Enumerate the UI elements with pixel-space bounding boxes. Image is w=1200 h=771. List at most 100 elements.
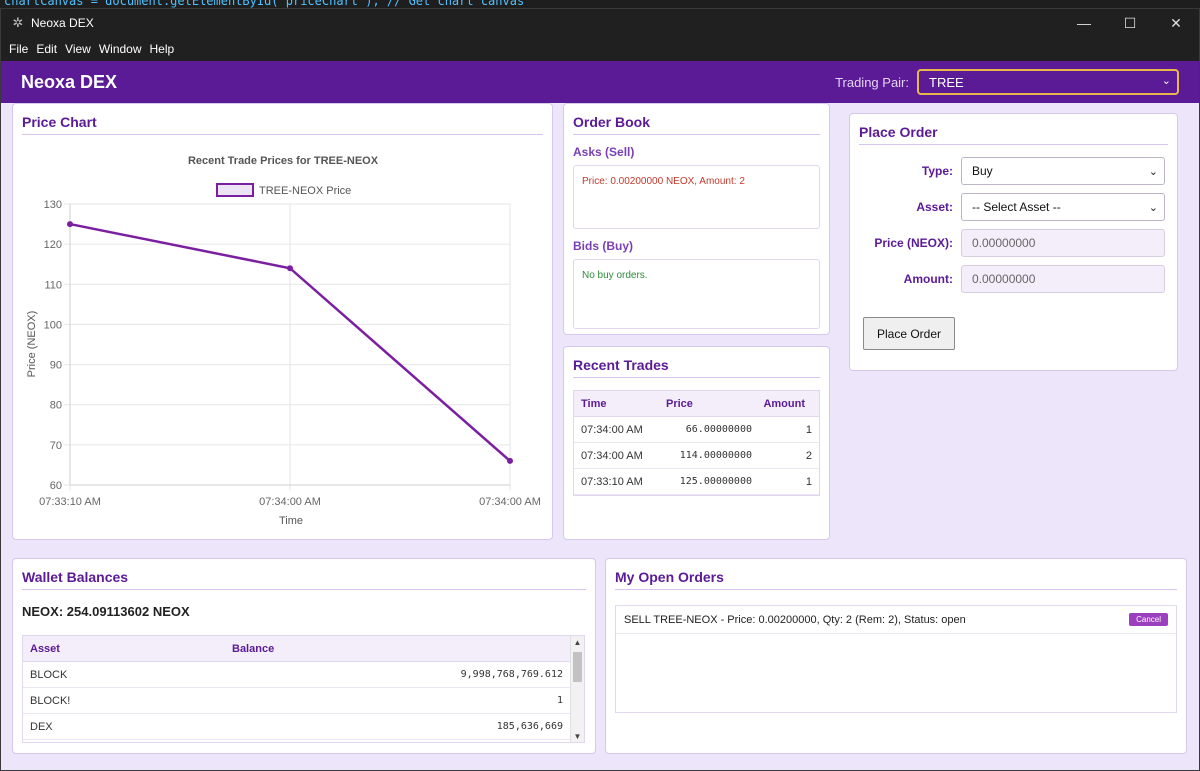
x-axis-label: Time xyxy=(279,515,303,527)
trade-time: 07:34:00 AM xyxy=(581,423,643,436)
bids-list: No buy orders. xyxy=(573,259,820,329)
menu-window[interactable]: Window xyxy=(95,42,146,56)
y-tick-label: 80 xyxy=(50,400,62,412)
trade-price: 114.00000000 xyxy=(679,450,752,461)
background-code-editor: chartCanvas = document.getElementById('p… xyxy=(0,0,1200,8)
table-row: 07:34:00 AM 114.00000000 2 xyxy=(574,443,819,469)
app-logo-icon: ✲ xyxy=(12,15,24,30)
trade-time: 07:33:10 AM xyxy=(581,475,643,488)
open-order-text: SELL TREE-NEOX - Price: 0.00200000, Qty:… xyxy=(624,613,966,626)
code-fragment: chartCanvas = document.getElementById('p… xyxy=(4,0,525,8)
trade-time: 07:34:00 AM xyxy=(581,449,643,462)
open-orders-heading: My Open Orders xyxy=(615,559,1177,590)
table-row: DEX 185,636,669 xyxy=(23,714,584,740)
column-asset: Asset xyxy=(30,642,60,655)
recent-trades-panel: Recent Trades Time Price Amount 07:34:00… xyxy=(563,346,830,540)
asset-select[interactable]: -- Select Asset -- ⌄ xyxy=(961,193,1165,221)
y-tick-label: 100 xyxy=(44,319,62,331)
menu-bar: File Edit View Window Help xyxy=(1,37,1199,61)
ask-entry: Price: 0.00200000 NEOX, Amount: 2 xyxy=(582,176,745,187)
asset-row: Asset: -- Select Asset -- ⌄ xyxy=(850,193,1177,221)
type-label: Type: xyxy=(921,164,953,178)
menu-help[interactable]: Help xyxy=(146,42,179,56)
trading-pair-label: Trading Pair: xyxy=(835,74,909,90)
recent-trades-heading: Recent Trades xyxy=(573,347,820,378)
y-tick-label: 120 xyxy=(44,239,62,251)
price-chart-heading: Price Chart xyxy=(22,104,543,135)
chevron-down-icon: ⌄ xyxy=(1161,75,1171,87)
window-title: Neoxa DEX xyxy=(31,16,94,30)
type-select[interactable]: Buy ⌄ xyxy=(961,157,1165,185)
neox-total: NEOX: 254.09113602 NEOX xyxy=(22,604,190,619)
column-price: Price xyxy=(666,397,693,410)
price-input[interactable]: 0.00000000 xyxy=(961,229,1165,257)
column-time: Time xyxy=(581,397,607,410)
scroll-thumb[interactable] xyxy=(573,652,582,682)
cancel-order-button[interactable]: Cancel xyxy=(1129,613,1168,626)
x-tick-label: 07:33:10 AM xyxy=(39,496,101,508)
trade-amount: 2 xyxy=(805,449,812,462)
data-point xyxy=(287,265,293,272)
y-tick-label: 60 xyxy=(50,480,62,492)
column-amount: Amount xyxy=(763,397,805,410)
trade-price: 66.00000000 xyxy=(685,424,752,435)
recent-trades-table: Time Price Amount 07:34:00 AM 66.0000000… xyxy=(573,390,820,496)
place-order-panel: Place Order Type: Buy ⌄ Asset: -- Select… xyxy=(849,113,1178,371)
table-row: BLOCK 9,998,768,769.612 xyxy=(23,662,584,688)
amount-row: Amount: 0.00000000 xyxy=(850,265,1177,293)
menu-file[interactable]: File xyxy=(5,42,32,56)
y-tick-label: 110 xyxy=(44,279,62,291)
asset-balance: 185,636,669 xyxy=(496,721,563,732)
maximize-button[interactable]: ☐ xyxy=(1107,9,1153,37)
data-point xyxy=(507,457,513,464)
legend-swatch xyxy=(216,183,254,197)
asset-balance: 1 xyxy=(556,695,563,706)
x-tick-label: 07:34:00 AM xyxy=(479,496,541,508)
place-order-heading: Place Order xyxy=(859,114,1168,145)
amount-placeholder: 0.00000000 xyxy=(972,272,1036,286)
amount-label: Amount: xyxy=(903,272,953,286)
trading-pair-select[interactable]: TREE ⌄ xyxy=(917,69,1179,95)
order-book-heading: Order Book xyxy=(573,104,820,135)
order-book-panel: Order Book Asks (Sell) Price: 0.00200000… xyxy=(563,103,830,335)
column-balance: Balance xyxy=(232,642,275,655)
asset-balance: 9,998,768,769.612 xyxy=(460,669,563,680)
price-placeholder: 0.00000000 xyxy=(972,236,1036,250)
asks-list: Price: 0.00200000 NEOX, Amount: 2 xyxy=(573,165,820,229)
menu-edit[interactable]: Edit xyxy=(32,42,61,56)
data-point xyxy=(67,221,73,228)
amount-input[interactable]: 0.00000000 xyxy=(961,265,1165,293)
list-item: SELL TREE-NEOX - Price: 0.00200000, Qty:… xyxy=(616,606,1176,634)
asset-name: BLOCK xyxy=(30,668,68,681)
scroll-up-icon[interactable]: ▲ xyxy=(571,636,584,650)
asset-label: Asset: xyxy=(916,200,953,214)
y-tick-label: 90 xyxy=(50,360,62,372)
balances-table: Asset Balance BLOCK 9,998,768,769.612 BL… xyxy=(22,635,585,743)
chevron-down-icon: ⌄ xyxy=(1148,166,1158,178)
y-axis-label: Price (NEOX) xyxy=(26,311,38,378)
wallet-balances-panel: Wallet Balances NEOX: 254.09113602 NEOX … xyxy=(12,558,596,754)
x-tick-label: 07:34:00 AM xyxy=(259,496,321,508)
price-label: Price (NEOX): xyxy=(874,236,953,250)
bids-label: Bids (Buy) xyxy=(573,239,633,253)
close-button[interactable]: ✕ xyxy=(1153,9,1199,37)
bids-empty-message: No buy orders. xyxy=(582,270,648,281)
type-row: Type: Buy ⌄ xyxy=(850,157,1177,185)
chevron-down-icon: ⌄ xyxy=(1148,202,1158,214)
asset-name: DEX xyxy=(30,720,53,733)
wallet-heading: Wallet Balances xyxy=(22,559,586,590)
balances-scrollbar[interactable]: ▲ ▼ xyxy=(570,636,584,742)
minimize-button[interactable]: — xyxy=(1061,9,1107,37)
table-row: 07:34:00 AM 66.00000000 1 xyxy=(574,417,819,443)
trade-amount: 1 xyxy=(805,423,812,436)
table-row: BLOCK! 1 xyxy=(23,688,584,714)
legend-label: TREE-NEOX Price xyxy=(259,185,351,197)
menu-view[interactable]: View xyxy=(61,42,95,56)
brand-title: Neoxa DEX xyxy=(21,71,118,92)
scroll-down-icon[interactable]: ▼ xyxy=(571,730,584,742)
open-orders-list: SELL TREE-NEOX - Price: 0.00200000, Qty:… xyxy=(615,605,1177,713)
asset-value: -- Select Asset -- xyxy=(972,200,1061,214)
table-header: Asset Balance xyxy=(23,636,584,662)
place-order-button[interactable]: Place Order xyxy=(863,317,955,350)
chart-title: Recent Trade Prices for TREE-NEOX xyxy=(188,155,379,167)
